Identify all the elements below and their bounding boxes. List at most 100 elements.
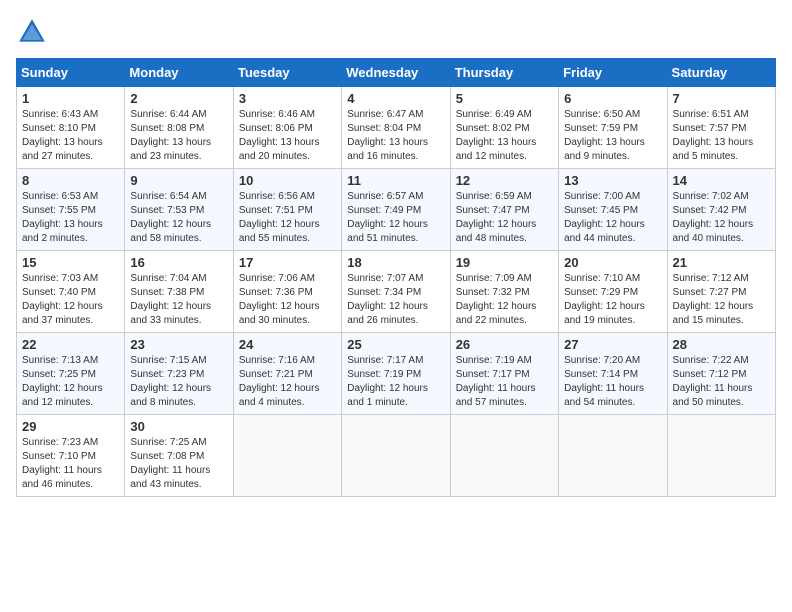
calendar-cell: 17 Sunrise: 7:06 AMSunset: 7:36 PMDayligh… bbox=[233, 251, 341, 333]
day-number: 20 bbox=[564, 255, 661, 270]
calendar-cell: 2 Sunrise: 6:44 AMSunset: 8:08 PMDaylight… bbox=[125, 87, 233, 169]
day-number: 15 bbox=[22, 255, 119, 270]
cell-info: Sunrise: 6:47 AMSunset: 8:04 PMDaylight:… bbox=[347, 108, 444, 164]
header-row: SundayMondayTuesdayWednesdayThursdayFrid… bbox=[17, 59, 776, 87]
calendar-cell: 18 Sunrise: 7:07 AMSunset: 7:34 PMDayligh… bbox=[342, 251, 450, 333]
cell-info: Sunrise: 7:06 AMSunset: 7:36 PMDaylight:… bbox=[239, 272, 336, 328]
cell-info: Sunrise: 7:07 AMSunset: 7:34 PMDaylight:… bbox=[347, 272, 444, 328]
calendar-cell: 24 Sunrise: 7:16 AMSunset: 7:21 PMDayligh… bbox=[233, 333, 341, 415]
cell-info: Sunrise: 7:16 AMSunset: 7:21 PMDaylight:… bbox=[239, 354, 336, 410]
cell-info: Sunrise: 7:03 AMSunset: 7:40 PMDaylight:… bbox=[22, 272, 119, 328]
cell-info: Sunrise: 6:43 AMSunset: 8:10 PMDaylight:… bbox=[22, 108, 119, 164]
day-number: 7 bbox=[673, 91, 770, 106]
calendar-cell: 1 Sunrise: 6:43 AMSunset: 8:10 PMDaylight… bbox=[17, 87, 125, 169]
calendar-cell bbox=[559, 415, 667, 497]
calendar-table: SundayMondayTuesdayWednesdayThursdayFrid… bbox=[16, 58, 776, 497]
day-number: 26 bbox=[456, 337, 553, 352]
col-header-wednesday: Wednesday bbox=[342, 59, 450, 87]
day-number: 17 bbox=[239, 255, 336, 270]
calendar-cell: 23Sunrise: 7:15 AMSunset: 7:23 PMDayligh… bbox=[125, 333, 233, 415]
day-number: 5 bbox=[456, 91, 553, 106]
calendar-cell bbox=[450, 415, 558, 497]
calendar-cell: 25Sunrise: 7:17 AMSunset: 7:19 PMDayligh… bbox=[342, 333, 450, 415]
cell-info: Sunrise: 7:09 AMSunset: 7:32 PMDaylight:… bbox=[456, 272, 553, 328]
calendar-cell bbox=[667, 415, 775, 497]
logo-icon bbox=[16, 16, 48, 48]
day-number: 21 bbox=[673, 255, 770, 270]
page-header bbox=[16, 16, 776, 48]
cell-info: Sunrise: 6:44 AMSunset: 8:08 PMDaylight:… bbox=[130, 108, 227, 164]
day-number: 6 bbox=[564, 91, 661, 106]
day-number: 11 bbox=[347, 173, 444, 188]
day-number: 27 bbox=[564, 337, 661, 352]
cell-info: Sunrise: 6:53 AMSunset: 7:55 PMDaylight:… bbox=[22, 190, 119, 246]
calendar-cell: 7 Sunrise: 6:51 AMSunset: 7:57 PMDaylight… bbox=[667, 87, 775, 169]
col-header-friday: Friday bbox=[559, 59, 667, 87]
cell-info: Sunrise: 7:02 AMSunset: 7:42 PMDaylight:… bbox=[673, 190, 770, 246]
day-number: 30 bbox=[130, 419, 227, 434]
day-number: 18 bbox=[347, 255, 444, 270]
day-number: 8 bbox=[22, 173, 119, 188]
calendar-cell: 14 Sunrise: 7:02 AMSunset: 7:42 PMDayligh… bbox=[667, 169, 775, 251]
day-number: 13 bbox=[564, 173, 661, 188]
day-number: 2 bbox=[130, 91, 227, 106]
calendar-cell: 9 Sunrise: 6:54 AMSunset: 7:53 PMDaylight… bbox=[125, 169, 233, 251]
cell-info: Sunrise: 6:59 AMSunset: 7:47 PMDaylight:… bbox=[456, 190, 553, 246]
col-header-tuesday: Tuesday bbox=[233, 59, 341, 87]
day-number: 9 bbox=[130, 173, 227, 188]
calendar-cell: 6 Sunrise: 6:50 AMSunset: 7:59 PMDaylight… bbox=[559, 87, 667, 169]
cell-info: Sunrise: 7:20 AMSunset: 7:14 PMDaylight:… bbox=[564, 354, 661, 410]
calendar-cell: 19 Sunrise: 7:09 AMSunset: 7:32 PMDayligh… bbox=[450, 251, 558, 333]
day-number: 16 bbox=[130, 255, 227, 270]
calendar-cell: 8 Sunrise: 6:53 AMSunset: 7:55 PMDaylight… bbox=[17, 169, 125, 251]
cell-info: Sunrise: 7:25 AMSunset: 7:08 PMDaylight:… bbox=[130, 436, 227, 492]
calendar-cell: 22 Sunrise: 7:13 AMSunset: 7:25 PMDayligh… bbox=[17, 333, 125, 415]
day-number: 29 bbox=[22, 419, 119, 434]
calendar-cell: 27 Sunrise: 7:20 AMSunset: 7:14 PMDayligh… bbox=[559, 333, 667, 415]
cell-info: Sunrise: 6:50 AMSunset: 7:59 PMDaylight:… bbox=[564, 108, 661, 164]
week-row-5: 29 Sunrise: 7:23 AMSunset: 7:10 PMDayligh… bbox=[17, 415, 776, 497]
cell-info: Sunrise: 7:22 AMSunset: 7:12 PMDaylight:… bbox=[673, 354, 770, 410]
col-header-saturday: Saturday bbox=[667, 59, 775, 87]
week-row-1: 1 Sunrise: 6:43 AMSunset: 8:10 PMDaylight… bbox=[17, 87, 776, 169]
day-number: 10 bbox=[239, 173, 336, 188]
cell-info: Sunrise: 7:00 AMSunset: 7:45 PMDaylight:… bbox=[564, 190, 661, 246]
day-number: 22 bbox=[22, 337, 119, 352]
calendar-cell: 13 Sunrise: 7:00 AMSunset: 7:45 PMDayligh… bbox=[559, 169, 667, 251]
calendar-cell: 10 Sunrise: 6:56 AMSunset: 7:51 PMDayligh… bbox=[233, 169, 341, 251]
day-number: 1 bbox=[22, 91, 119, 106]
day-number: 14 bbox=[673, 173, 770, 188]
day-number: 19 bbox=[456, 255, 553, 270]
cell-info: Sunrise: 7:13 AMSunset: 7:25 PMDaylight:… bbox=[22, 354, 119, 410]
calendar-cell: 15 Sunrise: 7:03 AMSunset: 7:40 PMDayligh… bbox=[17, 251, 125, 333]
cell-info: Sunrise: 6:51 AMSunset: 7:57 PMDaylight:… bbox=[673, 108, 770, 164]
cell-info: Sunrise: 6:49 AMSunset: 8:02 PMDaylight:… bbox=[456, 108, 553, 164]
col-header-monday: Monday bbox=[125, 59, 233, 87]
calendar-cell: 30 Sunrise: 7:25 AMSunset: 7:08 PMDayligh… bbox=[125, 415, 233, 497]
cell-info: Sunrise: 6:54 AMSunset: 7:53 PMDaylight:… bbox=[130, 190, 227, 246]
col-header-thursday: Thursday bbox=[450, 59, 558, 87]
calendar-cell: 3Sunrise: 6:46 AMSunset: 8:06 PMDaylight… bbox=[233, 87, 341, 169]
col-header-sunday: Sunday bbox=[17, 59, 125, 87]
cell-info: Sunrise: 7:19 AMSunset: 7:17 PMDaylight:… bbox=[456, 354, 553, 410]
day-number: 25 bbox=[347, 337, 444, 352]
calendar-cell: 21Sunrise: 7:12 AMSunset: 7:27 PMDayligh… bbox=[667, 251, 775, 333]
day-number: 3 bbox=[239, 91, 336, 106]
day-number: 28 bbox=[673, 337, 770, 352]
calendar-cell: 16Sunrise: 7:04 AMSunset: 7:38 PMDayligh… bbox=[125, 251, 233, 333]
day-number: 12 bbox=[456, 173, 553, 188]
calendar-cell: 5 Sunrise: 6:49 AMSunset: 8:02 PMDaylight… bbox=[450, 87, 558, 169]
cell-info: Sunrise: 6:57 AMSunset: 7:49 PMDaylight:… bbox=[347, 190, 444, 246]
week-row-4: 22 Sunrise: 7:13 AMSunset: 7:25 PMDayligh… bbox=[17, 333, 776, 415]
cell-info: Sunrise: 6:56 AMSunset: 7:51 PMDaylight:… bbox=[239, 190, 336, 246]
calendar-cell: 4 Sunrise: 6:47 AMSunset: 8:04 PMDaylight… bbox=[342, 87, 450, 169]
calendar-cell: 28 Sunrise: 7:22 AMSunset: 7:12 PMDayligh… bbox=[667, 333, 775, 415]
calendar-cell: 20Sunrise: 7:10 AMSunset: 7:29 PMDayligh… bbox=[559, 251, 667, 333]
day-number: 24 bbox=[239, 337, 336, 352]
calendar-cell: 26 Sunrise: 7:19 AMSunset: 7:17 PMDayligh… bbox=[450, 333, 558, 415]
cell-info: Sunrise: 7:23 AMSunset: 7:10 PMDaylight:… bbox=[22, 436, 119, 492]
logo bbox=[16, 16, 54, 48]
calendar-cell: 11 Sunrise: 6:57 AMSunset: 7:49 PMDayligh… bbox=[342, 169, 450, 251]
day-number: 4 bbox=[347, 91, 444, 106]
day-number: 23 bbox=[130, 337, 227, 352]
